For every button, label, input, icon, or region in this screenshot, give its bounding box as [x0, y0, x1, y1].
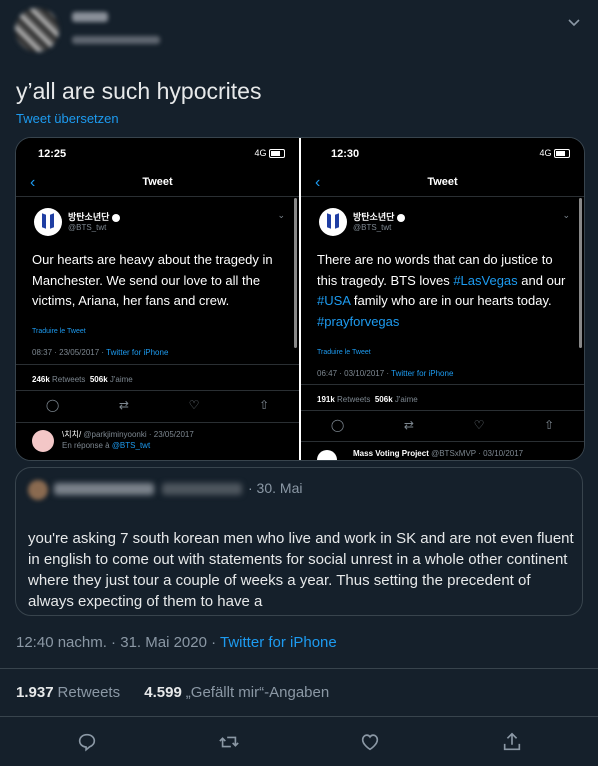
translate-label: Traduire le Tweet: [317, 349, 371, 356]
author-name-redacted[interactable]: [72, 12, 108, 22]
divider: [16, 390, 299, 391]
network-label: 4G: [539, 148, 552, 158]
phone-title: Tweet: [427, 176, 458, 188]
timestamp-link[interactable]: 12:40 nachm. · 31. Mai 2020: [16, 634, 207, 651]
chevron-down-icon[interactable]: [566, 14, 582, 30]
screenshot-manchester[interactable]: 12:25 4G ‹ Tweet 방탄소년단 @BTS_twt ⌄ Our he…: [16, 138, 299, 460]
screenshot-las-vegas[interactable]: 12:30 4G ‹ Tweet 방탄소년단 @BTS_twt ⌄ There …: [301, 138, 584, 460]
phone-stats: 246k Retweets 506k J'aime: [32, 375, 133, 384]
phone-actions: ◯ ⇄ ♡ ⇧: [301, 418, 584, 432]
tweet-timestamp: 12:40 nachm. · 31. Mai 2020 · Twitter fo…: [16, 634, 337, 651]
network-label: 4G: [254, 148, 267, 158]
verified-icon: [112, 213, 121, 222]
chevron-down-icon: ⌄: [277, 210, 285, 220]
phone-title: Tweet: [142, 176, 173, 188]
phone-time: 12:30: [331, 148, 360, 160]
phone-status: 4G: [254, 148, 285, 159]
bts-logo: [34, 208, 62, 236]
retweet-icon: ⇄: [118, 398, 129, 412]
translate-tweet-link[interactable]: Tweet übersetzen: [16, 111, 119, 126]
heart-icon: ♡: [473, 418, 485, 432]
quoted-name-redacted: [54, 483, 154, 495]
tweet-media[interactable]: 12:25 4G ‹ Tweet 방탄소년단 @BTS_twt ⌄ Our he…: [15, 137, 585, 461]
source-link[interactable]: Twitter for iPhone: [220, 634, 337, 651]
divider: [301, 410, 584, 411]
reply-icon: ◯: [45, 398, 60, 412]
separator: ·: [206, 634, 221, 651]
divider: [16, 422, 299, 423]
phone-actions: ◯ ⇄ ♡ ⇧: [16, 398, 299, 412]
quoted-text: you're asking 7 south korean men who liv…: [28, 530, 574, 610]
quoted-avatar-redacted: [28, 480, 48, 500]
phone-stats: 191k Retweets 506k J'aime: [317, 395, 418, 404]
divider: [0, 716, 598, 717]
next-tweet-avatar: [317, 450, 337, 460]
divider: [301, 196, 584, 197]
battery-icon: [554, 149, 570, 159]
divider: [0, 668, 598, 669]
tweet-text: y’all are such hypocrites: [16, 78, 262, 104]
quoted-handle-redacted: [162, 483, 242, 495]
next-tweet-author: Mass Voting Project @BTSxMVP · 03/10/201…: [353, 449, 524, 458]
retweet-icon: ⇄: [403, 418, 414, 432]
bts-logo: [319, 208, 347, 236]
phone-meta: 08:37 · 23/05/2017 · Twitter for iPhone: [32, 348, 169, 357]
divider: [301, 384, 584, 385]
verified-icon: [397, 213, 406, 222]
chevron-down-icon: ⌄: [562, 210, 570, 220]
divider: [301, 441, 584, 442]
divider: [16, 364, 299, 365]
phone-tweet-body: Our hearts are heavy about the tragedy i…: [32, 252, 273, 308]
avatar[interactable]: [15, 8, 59, 52]
translate-label: Traduire le Tweet: [32, 328, 86, 335]
share-icon[interactable]: [501, 731, 523, 753]
heart-icon[interactable]: [359, 731, 381, 753]
quoted-tweet[interactable]: · 30. Mai you're asking 7 south korean m…: [15, 467, 583, 616]
share-icon: ⇧: [259, 398, 270, 412]
account-handle: @BTS_twt: [353, 223, 392, 232]
engagement-stats: 1.937 Retweets 4.599 „Gefällt mir“-Angaben: [16, 684, 329, 701]
reply-context: En réponse à @BTS_twt: [62, 441, 151, 450]
phone-time: 12:25: [38, 148, 67, 160]
retweets-stat[interactable]: 1.937 Retweets: [16, 684, 120, 701]
action-bar: [0, 727, 598, 759]
account-handle: @BTS_twt: [68, 223, 107, 232]
account-name: 방탄소년단: [68, 210, 121, 223]
retweet-icon[interactable]: [218, 731, 240, 753]
phone-status: 4G: [539, 148, 570, 159]
phone-scrollbar: [294, 198, 297, 348]
author-handle-redacted: [72, 36, 160, 44]
reply-icon[interactable]: [76, 731, 98, 753]
reply-author: \치치/ @parkjiminyoonki · 23/05/2017: [62, 430, 194, 439]
phone-tweet-body: There are no words that can do justice t…: [317, 252, 566, 329]
reply-icon: ◯: [330, 418, 345, 432]
quoted-date: · 30. Mai: [248, 480, 303, 496]
phone-meta: 06:47 · 03/10/2017 · Twitter for iPhone: [317, 369, 454, 378]
share-icon: ⇧: [544, 418, 555, 432]
reply-avatar: [32, 430, 54, 452]
phone-scrollbar: [579, 198, 582, 348]
divider: [16, 196, 299, 197]
heart-icon: ♡: [188, 398, 200, 412]
battery-icon: [269, 149, 285, 159]
likes-stat[interactable]: 4.599 „Gefällt mir“-Angaben: [144, 684, 329, 701]
account-name: 방탄소년단: [353, 210, 406, 223]
